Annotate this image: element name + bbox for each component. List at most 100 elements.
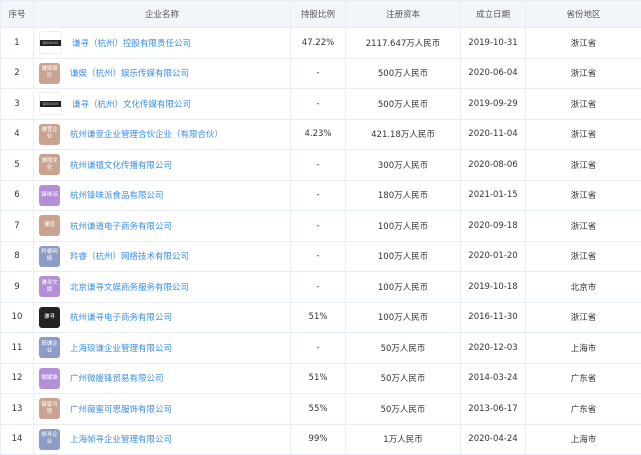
row-number: 13 [1, 394, 34, 425]
company-logo: 羚睿网络 [39, 246, 60, 267]
company-logo: qianxun [39, 31, 62, 54]
company-link[interactable]: 杭州锋味派食品有限公司 [70, 189, 164, 201]
region: 浙江省 [526, 119, 641, 150]
registered-capital: 100万人民币 [346, 272, 461, 303]
company-logo: 谦道 [39, 215, 60, 236]
share-ratio: - [291, 211, 346, 242]
row-number: 3 [1, 89, 34, 120]
established-date: 2020-12-03 [461, 333, 526, 364]
col-capital: 注册资本 [346, 1, 461, 28]
established-date: 2016-11-30 [461, 302, 526, 333]
row-number: 8 [1, 241, 34, 272]
company-logo: 琅谦企业 [39, 337, 60, 358]
established-date: 2019-10-18 [461, 272, 526, 303]
registered-capital: 50万人民币 [346, 363, 461, 394]
col-seq: 序号 [1, 1, 34, 28]
table-row: 4 谦萱企业杭州谦萱企业管理合伙企业（有限合伙） 4.23% 421.18万人民… [1, 119, 641, 150]
region: 浙江省 [526, 150, 641, 181]
company-link[interactable]: 羚睿（杭州）网络技术有限公司 [70, 250, 189, 262]
company-link[interactable]: 上海琅谦企业管理有限公司 [70, 342, 172, 354]
registered-capital: 500万人民币 [346, 89, 461, 120]
table-row: 12 微媛锋广州微媛锋贸易有限公司 51% 50万人民币 2014-03-24 … [1, 363, 641, 394]
table-row: 9 谦寻文娱北京谦寻文娱商务服务有限公司 - 100万人民币 2019-10-1… [1, 272, 641, 303]
table-row: 1 qianxun谦寻（杭州）控股有限责任公司 47.22% 2117.647万… [1, 28, 641, 59]
company-link[interactable]: 广州微媛锋贸易有限公司 [70, 372, 164, 384]
established-date: 2013-06-17 [461, 394, 526, 425]
region: 广东省 [526, 394, 641, 425]
company-link[interactable]: 谦寻（杭州）控股有限责任公司 [72, 37, 191, 49]
company-link[interactable]: 杭州谦萱企业管理合伙企业（有限合伙） [70, 128, 223, 140]
table-row: 7 谦道杭州谦道电子商务有限公司 - 100万人民币 2020-09-18 浙江… [1, 211, 641, 242]
table-row: 2 谦娱娱乐谦娱（杭州）娱乐传媒有限公司 - 500万人民币 2020-06-0… [1, 58, 641, 89]
share-ratio: 51% [291, 363, 346, 394]
registered-capital: 100万人民币 [346, 241, 461, 272]
row-number: 7 [1, 211, 34, 242]
share-ratio: 4.23% [291, 119, 346, 150]
table-row: 5 谦禧文化杭州谦禧文化传播有限公司 - 300万人民币 2020-08-06 … [1, 150, 641, 181]
company-link[interactable]: 上海帧寻企业管理有限公司 [70, 433, 172, 445]
table-header: 序号 企业名称 持股比例 注册资本 成立日期 省份地区 [1, 1, 641, 28]
table-row: 11 琅谦企业上海琅谦企业管理有限公司 - 50万人民币 2020-12-03 … [1, 333, 641, 364]
region: 浙江省 [526, 28, 641, 59]
company-link[interactable]: 广州薇蜜可思服饰有限公司 [70, 403, 172, 415]
company-link[interactable]: 杭州谦寻电子商务有限公司 [70, 311, 172, 323]
registered-capital: 421.18万人民币 [346, 119, 461, 150]
table-row: 3 qianxun 谦寻（杭州）文化传媒有限公司 - 500万人民币 2019-0… [1, 89, 641, 120]
established-date: 2014-03-24 [461, 363, 526, 394]
table-row: 6 锋味派杭州锋味派食品有限公司 - 180万人民币 2021-01-15 浙江… [1, 180, 641, 211]
company-logo: 帧寻企业 [39, 429, 60, 450]
row-number: 6 [1, 180, 34, 211]
established-date: 2020-08-06 [461, 150, 526, 181]
share-ratio: - [291, 333, 346, 364]
registered-capital: 50万人民币 [346, 394, 461, 425]
company-logo: 谦娱娱乐 [39, 63, 60, 84]
registered-capital: 100万人民币 [346, 302, 461, 333]
company-logo: 谦萱企业 [39, 124, 60, 145]
registered-capital: 100万人民币 [346, 211, 461, 242]
region: 上海市 [526, 333, 641, 364]
established-date: 2019-09-29 [461, 89, 526, 120]
col-date: 成立日期 [461, 1, 526, 28]
company-link[interactable]: 谦寻（杭州）文化传媒有限公司 [72, 98, 191, 110]
established-date: 2020-01-20 [461, 241, 526, 272]
region: 广东省 [526, 363, 641, 394]
established-date: 2019-10-31 [461, 28, 526, 59]
company-logo: qianxun [39, 92, 62, 115]
company-logo: 微媛锋 [39, 368, 60, 389]
region: 浙江省 [526, 302, 641, 333]
share-ratio: - [291, 89, 346, 120]
table-row: 10 谦寻杭州谦寻电子商务有限公司 51% 100万人民币 2016-11-30… [1, 302, 641, 333]
table-row: 8 羚睿网络羚睿（杭州）网络技术有限公司 - 100万人民币 2020-01-2… [1, 241, 641, 272]
share-ratio: - [291, 150, 346, 181]
row-number: 12 [1, 363, 34, 394]
region: 浙江省 [526, 58, 641, 89]
row-number: 11 [1, 333, 34, 364]
region: 浙江省 [526, 241, 641, 272]
established-date: 2020-11-04 [461, 119, 526, 150]
registered-capital: 500万人民币 [346, 58, 461, 89]
region: 浙江省 [526, 180, 641, 211]
company-logo: 薇蜜可思 [39, 398, 60, 419]
company-logo: 锋味派 [39, 185, 60, 206]
company-link[interactable]: 北京谦寻文娱商务服务有限公司 [70, 281, 189, 293]
col-company: 企业名称 [34, 1, 291, 28]
established-date: 2021-01-15 [461, 180, 526, 211]
share-ratio: 47.22% [291, 28, 346, 59]
share-ratio: - [291, 180, 346, 211]
company-logo: 谦寻 [39, 307, 60, 328]
company-link[interactable]: 谦娱（杭州）娱乐传媒有限公司 [70, 67, 189, 79]
company-link[interactable]: 杭州谦禧文化传播有限公司 [70, 159, 172, 171]
registered-capital: 180万人民币 [346, 180, 461, 211]
col-ratio: 持股比例 [291, 1, 346, 28]
investment-table: 序号 企业名称 持股比例 注册资本 成立日期 省份地区 1 qianxun谦寻（… [0, 0, 641, 455]
registered-capital: 300万人民币 [346, 150, 461, 181]
table-row: 13 薇蜜可思广州薇蜜可思服饰有限公司 55% 50万人民币 2013-06-1… [1, 394, 641, 425]
registered-capital: 50万人民币 [346, 333, 461, 364]
row-number: 9 [1, 272, 34, 303]
row-number: 10 [1, 302, 34, 333]
region: 北京市 [526, 272, 641, 303]
company-link[interactable]: 杭州谦道电子商务有限公司 [70, 220, 172, 232]
share-ratio: - [291, 272, 346, 303]
row-number: 2 [1, 58, 34, 89]
share-ratio: - [291, 58, 346, 89]
